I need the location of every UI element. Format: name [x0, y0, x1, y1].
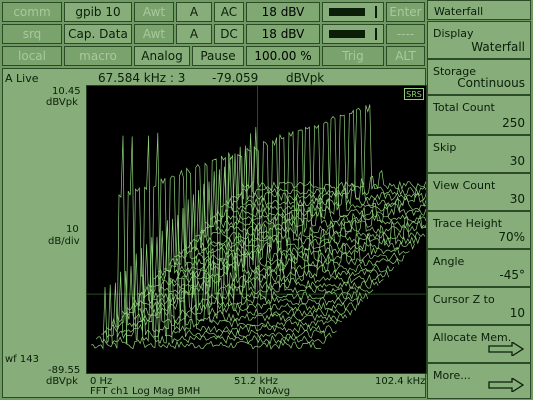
display-label: Display	[433, 27, 474, 40]
alt-indicator: ALT	[386, 46, 425, 66]
more-softkey[interactable]: More...	[427, 363, 531, 399]
level-meter-bar-2	[329, 28, 377, 40]
total-count-label: Total Count	[433, 101, 495, 114]
cursor-z-softkey[interactable]: Cursor Z to 10	[427, 287, 531, 325]
cursor-z-label: Cursor Z to	[433, 293, 495, 306]
local-indicator: local	[2, 46, 62, 66]
comm-indicator: comm	[2, 2, 62, 22]
waterfall-trace	[174, 146, 405, 263]
view-count-softkey[interactable]: View Count 30	[427, 173, 531, 211]
y-bottom-ref: -89.55	[48, 365, 81, 376]
y-scale: 10	[66, 224, 79, 235]
x-end: 102.4 kHz	[375, 376, 426, 387]
display-softkey[interactable]: Display Waterfall	[427, 21, 531, 59]
waterfall-display[interactable]: SRS	[86, 85, 427, 374]
view-count-value: 30	[509, 192, 525, 206]
marker-frequency: 67.584 kHz : 3	[98, 71, 186, 85]
srq-indicator: srq	[2, 24, 62, 44]
awt-indicator-1: Awt	[134, 2, 174, 22]
skip-label: Skip	[433, 141, 457, 154]
dash-indicator: ----	[386, 24, 425, 44]
waterfall-count: wf 143	[5, 354, 39, 365]
total-count-value: 250	[502, 116, 525, 130]
storage-softkey[interactable]: Storage Continuous	[427, 59, 531, 95]
trace-height-softkey[interactable]: Trace Height 70%	[427, 211, 531, 249]
angle-softkey[interactable]: Angle -45°	[427, 249, 531, 287]
ac-coupling[interactable]: AC	[214, 2, 244, 22]
storage-value: Continuous	[457, 76, 525, 90]
skip-value: 30	[509, 154, 525, 168]
total-count-softkey[interactable]: Total Count 250	[427, 95, 531, 135]
view-count-label: View Count	[433, 179, 496, 192]
marker-unit: dBVpk	[286, 71, 325, 85]
trig-indicator: Trig	[322, 46, 384, 66]
channel-a-indicator-2: A	[176, 24, 212, 44]
menu-title: Waterfall	[427, 0, 531, 20]
waterfall-trace	[241, 104, 426, 191]
waterfall-plot	[87, 86, 426, 373]
trace-info: FFT ch1 Log Mag BMH	[90, 386, 201, 397]
y-scale-unit: dB/div	[48, 236, 80, 247]
level-meter-bar-1	[329, 6, 377, 18]
y-top-unit: dBVpk	[46, 97, 78, 108]
marker-value: -79.059	[212, 71, 259, 85]
waterfall-trace	[225, 114, 426, 208]
allocate-mem-softkey[interactable]: Allocate Mem.	[427, 325, 531, 363]
y-top-ref: 10.45	[52, 86, 81, 97]
waterfall-trace	[236, 107, 426, 196]
gpib-address: gpib 10	[64, 2, 132, 22]
graph-status: A Live	[5, 72, 39, 85]
pause-button[interactable]: Pause	[192, 46, 244, 66]
more-label: More...	[433, 369, 471, 382]
level-meter-2	[322, 24, 384, 44]
cursor-z-value: 10	[509, 306, 525, 320]
capture-data-indicator: Cap. Data	[64, 24, 132, 44]
display-value: Waterfall	[471, 40, 525, 54]
channel-a-indicator-1: A	[176, 2, 212, 22]
dc-coupling[interactable]: DC	[214, 24, 244, 44]
trace-height-value: 70%	[498, 230, 525, 244]
skip-softkey[interactable]: Skip 30	[427, 135, 531, 173]
arrow-right-icon	[488, 378, 524, 392]
progress-percent: 100.00 %	[246, 46, 320, 66]
macro-indicator: macro	[64, 46, 132, 66]
enter-button[interactable]: Enter	[386, 2, 425, 22]
angle-label: Angle	[433, 255, 465, 268]
input-range-1[interactable]: 18 dBV	[246, 2, 320, 22]
arrow-right-icon	[488, 342, 524, 356]
awt-indicator-2: Awt	[134, 24, 174, 44]
analog-mode[interactable]: Analog	[134, 46, 190, 66]
level-meter-1	[322, 2, 384, 22]
angle-value: -45°	[499, 268, 525, 282]
input-range-2[interactable]: 18 dBV	[246, 24, 320, 44]
srs-logo: SRS	[404, 88, 424, 100]
y-bottom-unit: dBVpk	[46, 376, 78, 387]
averaging-status: NoAvg	[258, 386, 291, 397]
trace-height-label: Trace Height	[433, 217, 503, 230]
